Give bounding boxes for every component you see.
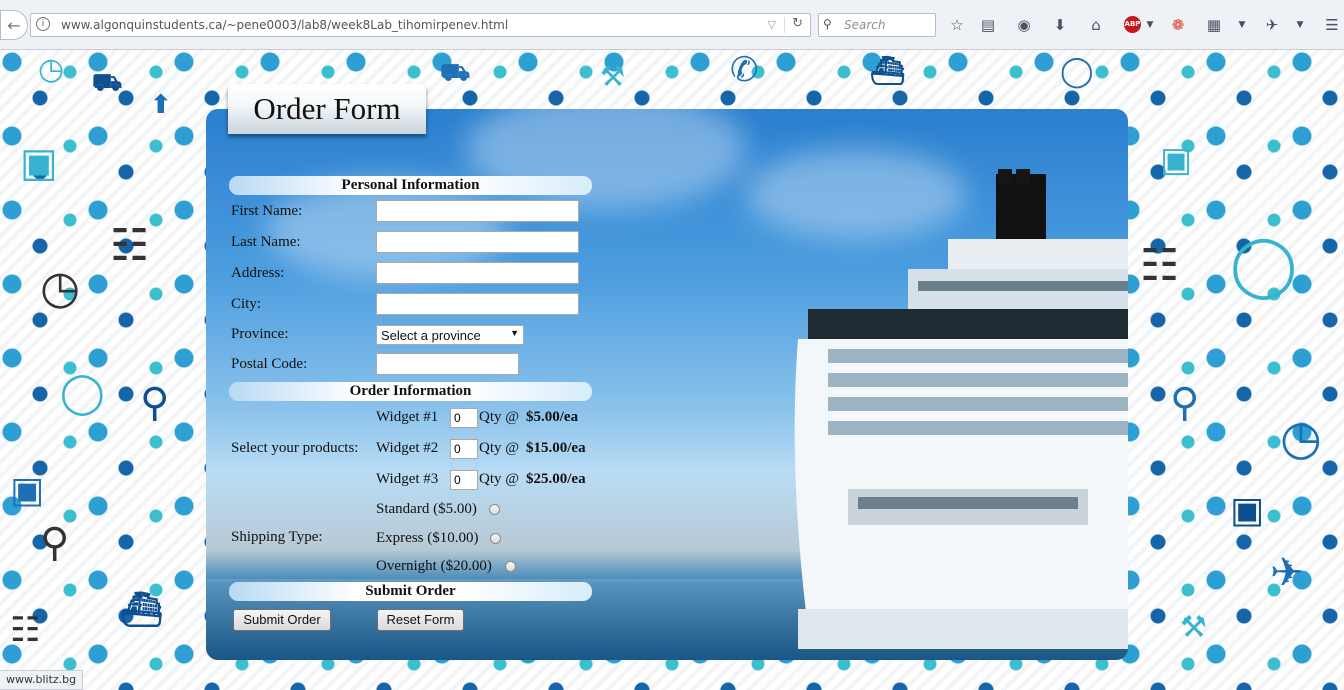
- ship-icon: ⛴: [120, 590, 164, 630]
- shipping-overnight-radio[interactable]: [505, 561, 516, 572]
- address-label: Address:: [231, 265, 285, 281]
- status-bar: www.blitz.bg: [0, 670, 84, 690]
- reset-form-button[interactable]: Reset Form: [377, 609, 464, 631]
- city-label: City:: [231, 296, 262, 312]
- postal-code-label: Postal Code:: [231, 356, 308, 372]
- search-icon: ⚲: [823, 17, 832, 31]
- truck-icon: ⛟: [92, 68, 123, 96]
- browser-toolbar: ← i www.algonquinstudents.ca/~pene0003/l…: [0, 0, 1344, 50]
- site-info-icon[interactable]: i: [36, 17, 50, 31]
- upload-arrow-icon: ⬆: [150, 90, 172, 120]
- page-title: Order Form: [228, 84, 426, 134]
- widget-3-qty-label: Qty @: [479, 471, 520, 487]
- reading-list-icon[interactable]: ▤: [978, 15, 998, 35]
- box-icon: ▣: [20, 140, 58, 186]
- address-field[interactable]: [376, 262, 579, 284]
- cruise-ship-image: [794, 169, 1128, 649]
- money-icon-2: ▣: [1230, 490, 1265, 531]
- widget-2-qty-input[interactable]: 0: [450, 439, 478, 459]
- crane-icon: ⚒: [600, 60, 626, 93]
- reload-icon[interactable]: ↻: [792, 16, 803, 31]
- widget-1-qty-label: Qty @: [479, 409, 520, 425]
- chevron-down-icon: ▼: [510, 328, 519, 338]
- section-header-personal: Personal Information: [229, 176, 592, 195]
- truck-icon-2: ⛟: [440, 58, 471, 86]
- province-selected-value: Select a province: [381, 328, 481, 343]
- calendar-icon: ☷: [110, 220, 150, 271]
- phone-icon: ✆: [730, 50, 759, 90]
- shipping-standard-label: Standard ($5.00): [376, 501, 477, 517]
- plane-icon: ✈: [1270, 550, 1304, 596]
- address-bar[interactable]: i www.algonquinstudents.ca/~pene0003/lab…: [30, 13, 811, 37]
- province-select[interactable]: Select a province ▼: [376, 325, 524, 345]
- adblock-dropdown-icon[interactable]: ▼: [1140, 15, 1160, 35]
- clock-24-icon: ◯: [60, 370, 105, 416]
- first-name-label: First Name:: [231, 203, 303, 219]
- products-label: Select your products:: [231, 440, 359, 456]
- widget-3-label: Widget #3: [376, 471, 439, 487]
- widget-1-label: Widget #1: [376, 409, 439, 425]
- search-bar[interactable]: ⚲ Search: [818, 13, 936, 37]
- pocket-icon[interactable]: ◉: [1014, 15, 1034, 35]
- calendar-24-icon: ☷: [10, 610, 41, 650]
- section-header-submit: Submit Order: [229, 582, 592, 601]
- shipping-overnight-label: Overnight ($20.00): [376, 558, 492, 574]
- calendar-icon-2: ☷: [1140, 240, 1180, 291]
- widget-1-price: $5.00/ea: [526, 409, 579, 425]
- adblock-icon[interactable]: ABP: [1124, 16, 1141, 33]
- section-header-order: Order Information: [229, 382, 592, 401]
- clipboard-icon[interactable]: ▦: [1204, 15, 1224, 35]
- search-placeholder: Search: [844, 18, 886, 32]
- extension-icon[interactable]: ✈: [1262, 15, 1282, 35]
- globe-icon: ◯: [1230, 230, 1298, 300]
- shipping-label: Shipping Type:: [231, 529, 323, 545]
- back-icon[interactable]: ←: [0, 10, 28, 40]
- url-separator: [784, 17, 785, 33]
- home-icon[interactable]: ⌂: [1086, 15, 1106, 35]
- shipping-express-label: Express ($10.00): [376, 530, 479, 546]
- widget-2-label: Widget #2: [376, 440, 439, 456]
- widget-1-qty-input[interactable]: 0: [450, 408, 478, 428]
- submit-order-button[interactable]: Submit Order: [233, 609, 331, 631]
- download-icon[interactable]: ⬇: [1050, 15, 1070, 35]
- bookmark-star-icon[interactable]: ☆: [947, 15, 967, 35]
- url-dropdown-icon[interactable]: ▽: [768, 18, 776, 31]
- city-field[interactable]: [376, 293, 579, 315]
- last-name-field[interactable]: [376, 231, 579, 253]
- ship-icon-2: ⛴: [870, 54, 906, 87]
- money-icon: ▣: [10, 470, 45, 511]
- clipboard-dropdown-icon[interactable]: ▼: [1232, 15, 1252, 35]
- overflow-dropdown-icon[interactable]: ▼: [1290, 15, 1310, 35]
- first-name-field[interactable]: [376, 200, 579, 222]
- clock-icon: ◷: [38, 52, 65, 87]
- box-icon-2: ▣: [1160, 140, 1193, 180]
- clock-icon-2: ◯: [1060, 54, 1094, 89]
- widget-3-qty-input[interactable]: 0: [450, 470, 478, 490]
- shipping-standard-radio[interactable]: [489, 504, 500, 515]
- postal-code-field[interactable]: [376, 353, 519, 375]
- location-pin-icon-2: ⚲: [1170, 380, 1200, 426]
- clock-face-icon: ◷: [40, 260, 81, 314]
- menu-icon[interactable]: ☰: [1322, 15, 1342, 35]
- pin-icon: ⚲: [40, 520, 70, 566]
- widget-2-qty-label: Qty @: [479, 440, 520, 456]
- location-pin-icon: ⚲: [140, 380, 170, 426]
- shipping-express-radio[interactable]: [490, 533, 501, 544]
- province-label: Province:: [231, 326, 289, 342]
- last-name-label: Last Name:: [231, 234, 301, 250]
- clock-face-icon-2: ◷: [1280, 410, 1322, 466]
- colorful-extension-icon[interactable]: ❁: [1168, 15, 1188, 35]
- widget-3-price: $25.00/ea: [526, 471, 586, 487]
- widget-2-price: $15.00/ea: [526, 440, 586, 456]
- crane-icon-2: ⚒: [1180, 610, 1207, 645]
- url-text[interactable]: www.algonquinstudents.ca/~pene0003/lab8/…: [61, 18, 508, 32]
